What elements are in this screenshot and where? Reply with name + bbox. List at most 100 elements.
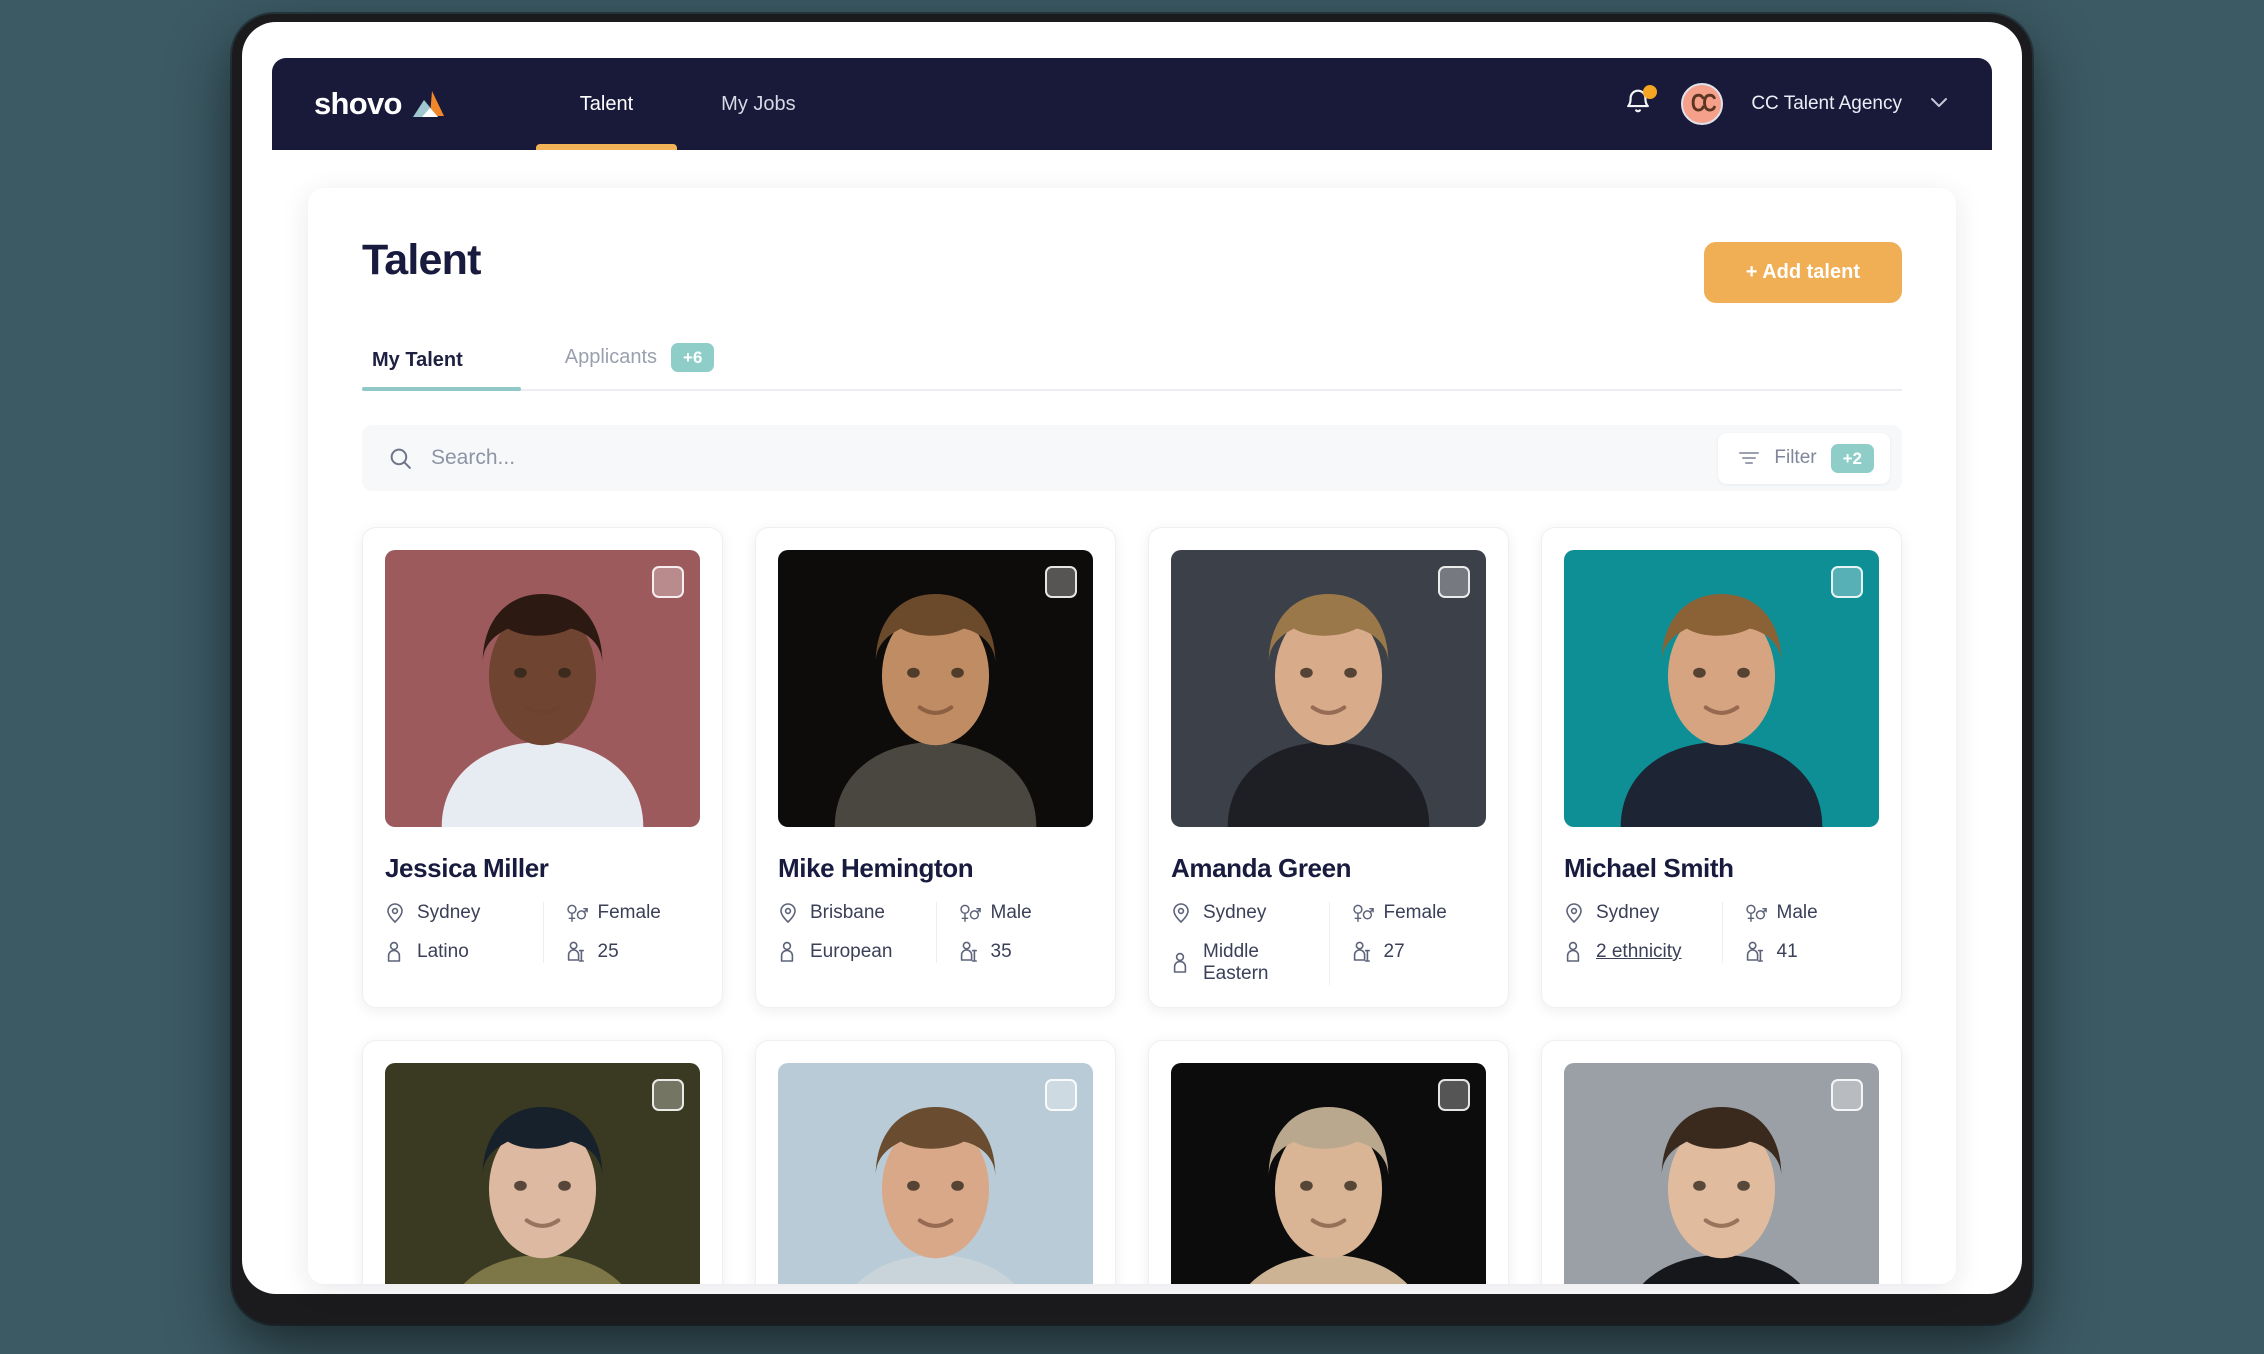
person-measure-icon — [566, 941, 586, 963]
talent-photo — [385, 1063, 700, 1284]
person-measure-icon — [959, 941, 979, 963]
talent-ethnicity: Latino — [385, 941, 543, 963]
location-pin-icon — [385, 902, 405, 924]
talent-photo — [1171, 550, 1486, 827]
tab-bar: My Talent Applicants +6 — [362, 343, 1902, 391]
talent-photo — [1564, 550, 1879, 827]
talent-select-checkbox[interactable] — [1438, 566, 1470, 598]
talent-ethnicity-value: Middle Eastern — [1203, 941, 1269, 984]
talent-location: Sydney — [1171, 902, 1329, 924]
navbar-items: Talent My Jobs — [535, 58, 840, 150]
bell-icon[interactable] — [1623, 85, 1658, 121]
account-name[interactable]: CC Talent Agency — [1751, 93, 1902, 115]
tab-applicants-label: Applicants — [564, 346, 658, 368]
talent-age-value: 41 — [1776, 941, 1798, 962]
talent-gender-value: Male — [990, 902, 1032, 923]
talent-photo — [385, 550, 700, 827]
talent-photo — [778, 550, 1093, 827]
talent-gender: Female — [1352, 902, 1487, 924]
chevron-down-icon[interactable] — [1930, 96, 1948, 112]
talent-select-checkbox[interactable] — [1831, 566, 1863, 598]
talent-age: 35 — [959, 941, 1094, 963]
talent-grid: Jessica Miller Sydney Latino Female 25 M… — [362, 527, 1902, 1284]
page-header: Talent + Add talent — [308, 188, 1956, 303]
talent-ethnicity[interactable]: 2 ethnicity — [1564, 941, 1722, 963]
talent-gender: Female — [566, 902, 701, 924]
talent-age-value: 27 — [1383, 941, 1405, 962]
talent-age: 25 — [566, 941, 701, 963]
talent-location: Brisbane — [778, 902, 936, 924]
person-icon — [1564, 941, 1584, 963]
notification-dot — [1643, 85, 1658, 99]
talent-location-value: Brisbane — [810, 902, 885, 923]
talent-photo — [1171, 1063, 1486, 1284]
add-talent-button[interactable]: + Add talent — [1703, 242, 1902, 303]
filter-label: Filter — [1774, 447, 1817, 468]
talent-attributes: Sydney 2 ethnicity Male 41 — [1564, 902, 1879, 963]
talent-attributes: Sydney Middle Eastern Female 27 — [1171, 902, 1486, 985]
talent-select-checkbox[interactable] — [1045, 566, 1077, 598]
tab-my-talent-label: My Talent — [372, 349, 463, 371]
talent-select-checkbox[interactable] — [652, 566, 684, 598]
location-pin-icon — [778, 902, 798, 924]
talent-page-card: Talent + Add talent My Talent Applicants… — [308, 188, 1956, 1284]
tab-applicants[interactable]: Applicants +6 — [521, 343, 759, 389]
talent-name: Michael Smith — [1564, 853, 1734, 883]
talent-card[interactable] — [362, 1040, 723, 1284]
filter-button[interactable]: Filter +2 — [1718, 432, 1890, 484]
talent-select-checkbox[interactable] — [652, 1079, 684, 1111]
talent-gender: Male — [959, 902, 1094, 924]
location-pin-icon — [1564, 902, 1584, 924]
talent-age-value: 25 — [597, 941, 619, 962]
search-icon — [388, 446, 413, 471]
talent-ethnicity: European — [778, 941, 936, 963]
talent-select-checkbox[interactable] — [1438, 1079, 1470, 1111]
gender-icon — [959, 902, 981, 924]
person-measure-icon — [1352, 941, 1372, 963]
talent-location-value: Sydney — [1203, 902, 1267, 923]
talent-location: Sydney — [1564, 902, 1722, 924]
talent-card[interactable]: Amanda Green Sydney Middle Eastern Femal… — [1148, 527, 1509, 1008]
talent-ethnicity: Middle Eastern — [1171, 941, 1329, 985]
talent-gender-value: Male — [1776, 902, 1818, 923]
talent-card[interactable]: Michael Smith Sydney 2 ethnicity Male 41 — [1541, 527, 1902, 1008]
talent-gender: Male — [1745, 902, 1880, 924]
talent-ethnicity-value: European — [810, 941, 893, 962]
filter-badge: +2 — [1830, 443, 1874, 473]
talent-location-value: Sydney — [1596, 902, 1660, 923]
search-input[interactable] — [431, 446, 1719, 470]
navbar-right: CC CC Talent Agency — [1623, 83, 1948, 125]
person-measure-icon — [1745, 941, 1765, 963]
talent-select-checkbox[interactable] — [1831, 1079, 1863, 1111]
person-icon — [778, 941, 798, 963]
mountain-icon — [412, 89, 446, 119]
search-row: Filter +2 — [362, 425, 1902, 491]
brand-logo-text: shovo — [314, 86, 402, 121]
avatar[interactable]: CC — [1681, 83, 1724, 125]
talent-age: 27 — [1352, 941, 1487, 963]
talent-card[interactable] — [1148, 1040, 1509, 1284]
nav-item-talent[interactable]: Talent — [535, 58, 678, 150]
nav-item-my-jobs[interactable]: My Jobs — [677, 58, 839, 150]
talent-photo — [1564, 1063, 1879, 1284]
top-navbar: shovo Talent My Jobs CC CC Talent Agency — [272, 58, 1992, 150]
talent-select-checkbox[interactable] — [1045, 1079, 1077, 1111]
talent-name: Amanda Green — [1171, 853, 1352, 883]
talent-name: Mike Hemington — [778, 853, 974, 883]
location-pin-icon — [1171, 902, 1191, 924]
talent-card[interactable] — [1541, 1040, 1902, 1284]
talent-gender-value: Female — [1383, 902, 1447, 923]
talent-ethnicity-value[interactable]: 2 ethnicity — [1596, 941, 1682, 963]
tab-my-talent[interactable]: My Talent — [362, 349, 521, 391]
talent-card[interactable]: Mike Hemington Brisbane European Male 35 — [755, 527, 1116, 1008]
talent-card[interactable] — [755, 1040, 1116, 1284]
talent-age: 41 — [1745, 941, 1880, 963]
nav-item-talent-label: Talent — [579, 92, 634, 115]
brand-logo[interactable]: shovo — [314, 86, 446, 122]
gender-icon — [1352, 902, 1374, 924]
talent-age-value: 35 — [990, 941, 1012, 962]
talent-location: Sydney — [385, 902, 543, 924]
gender-icon — [566, 902, 588, 924]
talent-card[interactable]: Jessica Miller Sydney Latino Female 25 — [362, 527, 723, 1008]
talent-location-value: Sydney — [417, 902, 481, 923]
